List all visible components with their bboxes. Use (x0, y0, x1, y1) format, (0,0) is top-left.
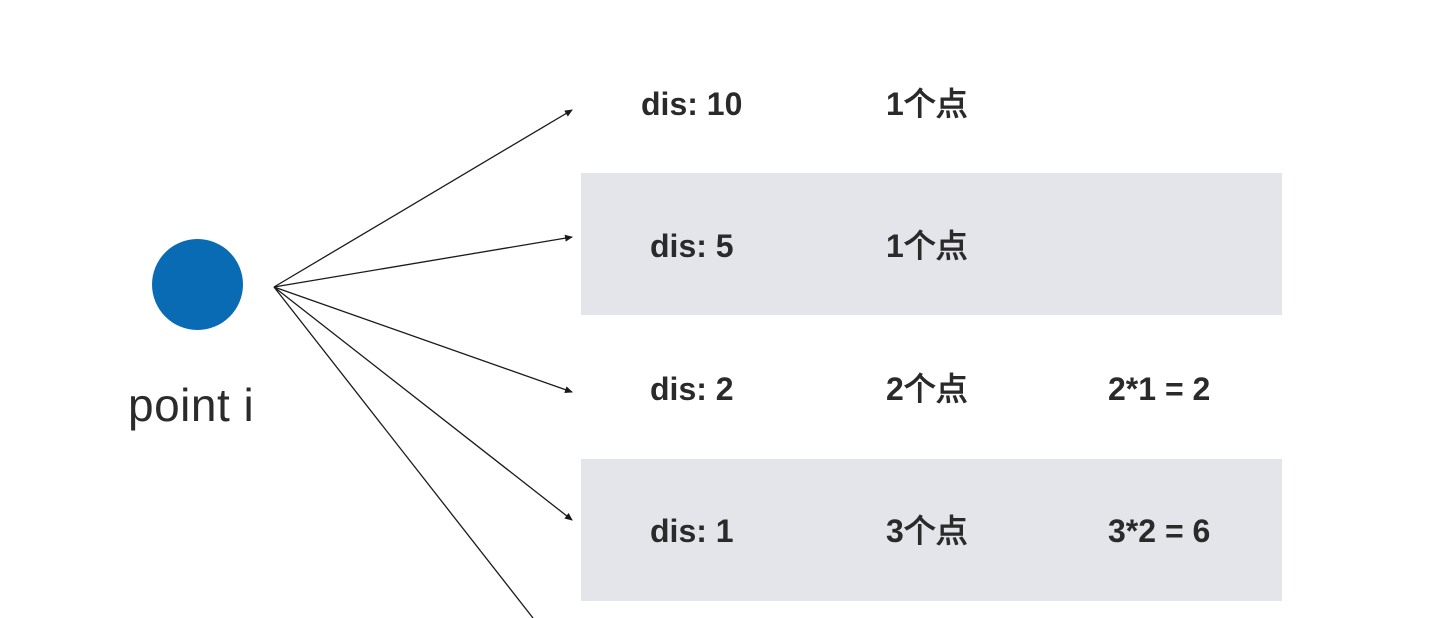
arrow-to-row-2 (273, 234, 573, 288)
arrow-offscreen (273, 286, 534, 618)
row-2-distance: dis: 5 (650, 228, 734, 264)
arrow-to-row-4 (273, 286, 573, 521)
arrow-to-row-3 (273, 286, 573, 393)
row-3-count: 2个点 (886, 371, 968, 407)
arrow-to-row-1 (273, 109, 573, 288)
row-3-distance: dis: 2 (650, 371, 734, 407)
point-i-label: point i (128, 379, 255, 431)
row-4-pair-calc: 3*2 = 6 (1108, 513, 1211, 549)
row-1-count: 1个点 (886, 86, 968, 122)
row-3-pair-calc: 2*1 = 2 (1108, 371, 1211, 407)
row-1-distance: dis: 10 (641, 86, 743, 122)
row-2-count: 1个点 (886, 228, 968, 264)
row-4-count: 3个点 (886, 513, 968, 549)
row-4-distance: dis: 1 (650, 513, 734, 549)
point-i-dot (152, 239, 243, 330)
